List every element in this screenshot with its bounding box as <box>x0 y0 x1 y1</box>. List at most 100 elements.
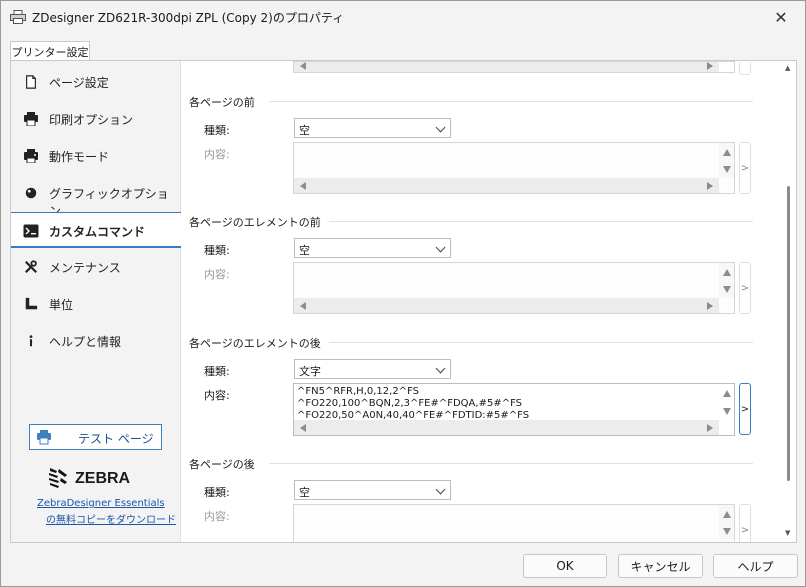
sidebar-item-label: 単位 <box>49 298 74 312</box>
scroll-right-icon <box>707 302 713 310</box>
expand-button-before-each-element[interactable]: > <box>739 262 751 314</box>
sidebar-item-help-info[interactable]: ヘルプと情報 <box>11 323 180 359</box>
printer-icon <box>24 112 38 126</box>
expand-button-before-each-page[interactable]: > <box>739 142 751 194</box>
vertical-scrollbar[interactable] <box>719 505 734 540</box>
close-icon: ✕ <box>774 7 788 27</box>
section-divider <box>329 221 753 222</box>
download-link-line2[interactable]: の無料コピーをダウンロード <box>46 511 176 526</box>
tools-icon <box>24 260 38 274</box>
operation-mode-icon <box>24 149 38 163</box>
scroll-up-icon <box>723 149 731 156</box>
sidebar-item-custom-commands[interactable]: カスタムコマンド <box>11 212 181 248</box>
tab-strip: プリンター設定 <box>1 33 805 62</box>
test-page-label: テスト ページ <box>78 432 154 446</box>
sidebar-item-label: ヘルプと情報 <box>49 335 122 349</box>
chevron-down-icon <box>435 484 446 495</box>
previous-textarea-bottom <box>293 61 735 73</box>
ok-button[interactable]: OK <box>523 554 607 578</box>
expand-icon: > <box>740 162 750 174</box>
scroll-up-icon: ▲ <box>785 64 791 72</box>
scroll-left-icon <box>300 62 306 70</box>
type-label: 種類: <box>204 244 230 257</box>
scrollbar-thumb[interactable] <box>787 186 790 481</box>
sidebar-item-print-options[interactable]: 印刷オプション <box>11 101 180 137</box>
type-select-value: 空 <box>299 244 310 257</box>
ruler-icon <box>25 297 38 310</box>
zebra-logo: ZEBRA <box>47 466 139 492</box>
test-page-button[interactable]: テスト ページ <box>29 424 162 450</box>
section-title-before-each-element: 各ページのエレメントの前 <box>189 216 321 229</box>
sidebar-item-operation-mode[interactable]: 動作モード <box>11 138 180 174</box>
vertical-scrollbar[interactable] <box>719 384 734 420</box>
sidebar-item-label: 印刷オプション <box>49 113 134 127</box>
type-select-after-each-element[interactable]: 文字 <box>294 359 451 379</box>
horizontal-scrollbar[interactable] <box>294 420 719 435</box>
chevron-down-icon <box>435 363 446 374</box>
content-textarea-after-each-page[interactable] <box>293 504 735 542</box>
scroll-left-icon <box>300 182 306 190</box>
type-label: 種類: <box>204 486 230 499</box>
scroll-left-icon <box>300 424 306 432</box>
section-title-before-each-page: 各ページの前 <box>189 96 255 109</box>
scroll-down-icon <box>723 408 731 415</box>
scroll-down-icon: ▼ <box>785 529 791 537</box>
type-label: 種類: <box>204 124 230 137</box>
horizontal-scrollbar[interactable] <box>294 178 719 193</box>
content-text: ^FN5^RFR,H,0,12,2^FS ^FO220,100^BQN,2,3^… <box>297 386 530 420</box>
properties-dialog: ZDesigner ZD621R-300dpi ZPL (Copy 2)のプロパ… <box>0 0 806 587</box>
sidebar-item-label: ページ設定 <box>49 76 109 90</box>
type-label: 種類: <box>204 365 230 378</box>
vertical-scrollbar[interactable] <box>719 143 734 178</box>
section-divider <box>269 101 753 102</box>
scroll-up-icon <box>723 269 731 276</box>
sidebar-item-units[interactable]: 単位 <box>11 286 180 322</box>
help-button[interactable]: ヘルプ <box>713 554 798 578</box>
content-textarea-after-each-element[interactable]: ^FN5^RFR,H,0,12,2^FS ^FO220,100^BQN,2,3^… <box>293 383 735 436</box>
expand-icon: > <box>740 282 750 294</box>
sidebar-item-graphics-options[interactable]: グラフィックオプション <box>11 175 180 218</box>
type-select-value: 文字 <box>299 365 321 378</box>
expand-button-after-each-page[interactable]: > <box>739 504 751 542</box>
chevron-down-icon <box>435 242 446 253</box>
section-divider <box>329 342 753 343</box>
previous-expand-button[interactable] <box>739 61 751 75</box>
horizontal-scrollbar[interactable] <box>294 298 719 313</box>
sidebar: ページ設定 印刷オプション 動作モード グラフィックオプション カスタムコマンド <box>11 61 181 542</box>
test-print-icon <box>37 430 51 445</box>
type-select-before-each-element[interactable]: 空 <box>294 238 451 258</box>
sidebar-item-label: カスタムコマンド <box>49 225 146 239</box>
graphics-icon <box>25 187 37 199</box>
download-link-line1[interactable]: ZebraDesigner Essentials <box>37 498 165 509</box>
type-select-before-each-page[interactable]: 空 <box>294 118 451 138</box>
sidebar-item-label: メンテナンス <box>49 261 121 275</box>
content-scrollbar[interactable]: ▲ ▼ <box>781 61 796 542</box>
content-textarea-before-each-element[interactable] <box>293 262 735 314</box>
sidebar-item-maintenance[interactable]: メンテナンス <box>11 249 180 285</box>
type-select-after-each-page[interactable]: 空 <box>294 480 451 500</box>
chevron-down-icon <box>435 122 446 133</box>
content-label: 内容: <box>204 510 230 523</box>
close-button[interactable]: ✕ <box>761 3 801 31</box>
expand-button-after-each-element[interactable]: > <box>739 383 751 435</box>
window-title: ZDesigner ZD621R-300dpi ZPL (Copy 2)のプロパ… <box>32 11 345 25</box>
sidebar-item-label: 動作モード <box>49 150 110 164</box>
title-bar: ZDesigner ZD621R-300dpi ZPL (Copy 2)のプロパ… <box>1 1 805 33</box>
type-select-value: 空 <box>299 124 310 137</box>
scroll-right-icon <box>707 62 713 70</box>
vertical-scrollbar[interactable] <box>719 263 734 298</box>
zebra-head-icon <box>49 468 67 488</box>
scroll-left-icon <box>300 302 306 310</box>
content-label: 内容: <box>204 389 230 402</box>
content-label: 内容: <box>204 268 230 281</box>
scroll-right-icon <box>707 424 713 432</box>
sidebar-item-page-setup[interactable]: ページ設定 <box>11 64 180 100</box>
scroll-down-icon <box>723 286 731 293</box>
content-textarea-before-each-page[interactable] <box>293 142 735 194</box>
tab-printer-settings[interactable]: プリンター設定 <box>10 41 90 62</box>
cancel-button[interactable]: キャンセル <box>618 554 703 578</box>
page-setup-icon <box>26 75 36 89</box>
terminal-icon <box>23 224 39 238</box>
horizontal-scrollbar[interactable] <box>294 62 719 72</box>
info-icon <box>29 335 33 347</box>
